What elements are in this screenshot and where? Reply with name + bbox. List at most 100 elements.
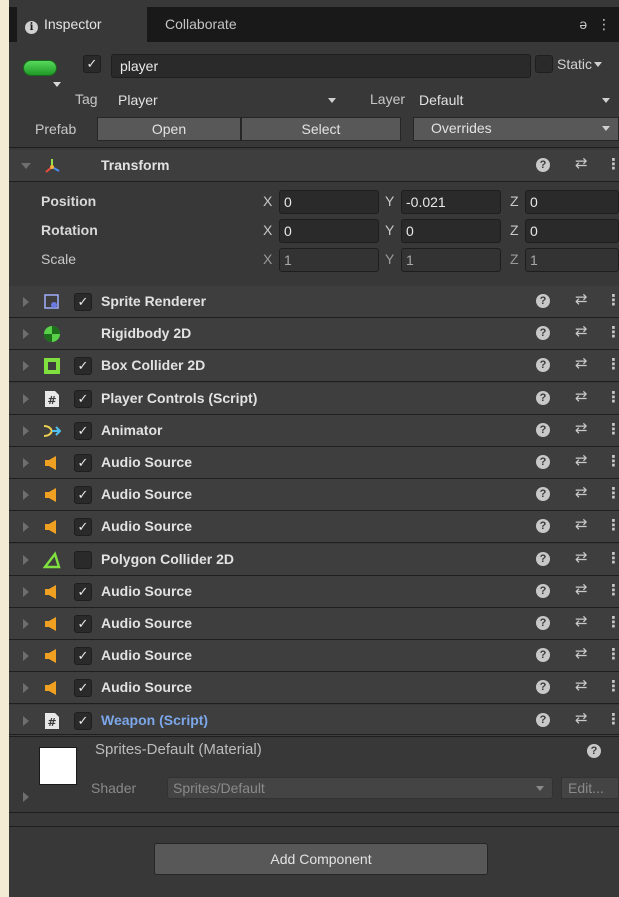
context-menu-icon[interactable]: ⋮ (606, 388, 619, 406)
component-header[interactable]: ✓ Sprite Renderer? ⇄ ⋮ (9, 286, 619, 318)
rotation-z-field[interactable]: 0 (525, 219, 619, 243)
axis-x-label[interactable]: X (263, 222, 272, 238)
axis-z-label[interactable]: Z (510, 222, 519, 238)
help-icon[interactable]: ? (536, 423, 550, 437)
help-icon[interactable]: ? (536, 616, 550, 630)
component-header[interactable]: Polygon Collider 2D? ⇄ ⋮ (9, 544, 619, 576)
component-header[interactable]: ✓ Audio Source? ⇄ ⋮ (9, 576, 619, 608)
fold-arrow-icon[interactable] (23, 490, 29, 500)
help-icon[interactable]: ? (536, 552, 550, 566)
component-header[interactable]: ✓ Audio Source? ⇄ ⋮ (9, 511, 619, 543)
help-icon[interactable]: ? (536, 519, 550, 533)
axis-y-label[interactable]: Y (385, 251, 394, 267)
help-icon[interactable]: ? (536, 584, 550, 598)
component-header[interactable]: ✓ Box Collider 2D? ⇄ ⋮ (9, 350, 619, 382)
preset-icon[interactable]: ⇄ (575, 612, 588, 630)
active-checkbox[interactable]: ✓ (83, 55, 101, 73)
preset-icon[interactable]: ⇄ (575, 154, 588, 172)
icon-dropdown-arrow-icon[interactable] (53, 82, 61, 87)
material-help-icon[interactable]: ? (587, 744, 601, 758)
component-enabled-checkbox[interactable]: ✓ (74, 293, 92, 311)
add-component-button[interactable]: Add Component (154, 843, 488, 875)
fold-arrow-icon[interactable] (23, 329, 29, 339)
preset-icon[interactable]: ⇄ (575, 387, 588, 405)
material-preview-swatch[interactable] (39, 747, 77, 785)
position-x-field[interactable]: 0 (279, 190, 379, 214)
lock-icon[interactable]: ә (579, 16, 587, 32)
axis-y-label[interactable]: Y (385, 193, 394, 209)
context-menu-icon[interactable]: ⋮ (606, 645, 619, 663)
position-z-field[interactable]: 0 (525, 190, 619, 214)
preset-icon[interactable]: ⇄ (575, 548, 588, 566)
scale-y-field[interactable]: 1 (401, 248, 501, 272)
preset-icon[interactable]: ⇄ (575, 483, 588, 501)
help-icon[interactable]: ? (536, 487, 550, 501)
context-menu-icon[interactable]: ⋮ (606, 452, 619, 470)
component-transform[interactable]: Transform ? ⇄ ⋮ (9, 150, 619, 182)
preset-icon[interactable]: ⇄ (575, 709, 588, 727)
preset-icon[interactable]: ⇄ (575, 354, 588, 372)
tab-collaborate[interactable]: Collaborate (159, 7, 237, 42)
fold-arrow-icon[interactable] (23, 555, 29, 565)
layer-dropdown[interactable]: Default (413, 89, 619, 111)
component-enabled-checkbox[interactable]: ✓ (74, 454, 92, 472)
fold-arrow-icon[interactable] (23, 297, 29, 307)
rotation-x-field[interactable]: 0 (279, 219, 379, 243)
help-icon[interactable]: ? (536, 358, 550, 372)
gameobject-icon[interactable] (23, 60, 57, 76)
fold-arrow-icon[interactable] (23, 426, 29, 436)
fold-arrow-icon[interactable] (23, 716, 29, 726)
preset-icon[interactable]: ⇄ (575, 580, 588, 598)
tab-inspector[interactable]: i Inspector (17, 7, 147, 42)
help-icon[interactable]: ? (536, 326, 550, 340)
scale-z-field[interactable]: 1 (525, 248, 619, 272)
fold-arrow-icon[interactable] (21, 163, 31, 169)
component-header[interactable]: ✓ Audio Source? ⇄ ⋮ (9, 608, 619, 640)
preset-icon[interactable]: ⇄ (575, 644, 588, 662)
help-icon[interactable]: ? (536, 680, 550, 694)
fold-arrow-icon[interactable] (23, 394, 29, 404)
context-menu-icon[interactable]: ⋮ (606, 484, 619, 502)
component-header[interactable]: # ✓ Weapon (Script)? ⇄ ⋮ (9, 705, 619, 737)
preset-icon[interactable]: ⇄ (575, 322, 588, 340)
help-icon[interactable]: ? (536, 455, 550, 469)
component-enabled-checkbox[interactable]: ✓ (74, 422, 92, 440)
preset-icon[interactable]: ⇄ (575, 515, 588, 533)
component-enabled-checkbox[interactable]: ✓ (74, 518, 92, 536)
fold-arrow-icon[interactable] (23, 587, 29, 597)
help-icon[interactable]: ? (536, 648, 550, 662)
component-enabled-checkbox[interactable]: ✓ (74, 615, 92, 633)
context-menu-icon[interactable]: ⋮ (606, 516, 619, 534)
context-menu-icon[interactable]: ⋮ (606, 581, 619, 599)
component-header[interactable]: # ✓ Player Controls (Script)? ⇄ ⋮ (9, 383, 619, 415)
tab-menu-icon[interactable]: ⋮ (597, 16, 611, 32)
axis-x-label[interactable]: X (263, 193, 272, 209)
gameobject-name-field[interactable]: player (111, 54, 531, 78)
position-y-field[interactable]: -0.021 (401, 190, 501, 214)
context-menu-icon[interactable]: ⋮ (606, 155, 619, 173)
component-header[interactable]: ✓ Audio Source? ⇄ ⋮ (9, 479, 619, 511)
context-menu-icon[interactable]: ⋮ (606, 613, 619, 631)
help-icon[interactable]: ? (536, 391, 550, 405)
component-enabled-checkbox[interactable]: ✓ (74, 712, 92, 730)
preset-icon[interactable]: ⇄ (575, 451, 588, 469)
fold-arrow-icon[interactable] (23, 458, 29, 468)
rotation-y-field[interactable]: 0 (401, 219, 501, 243)
fold-arrow-icon[interactable] (23, 683, 29, 693)
context-menu-icon[interactable]: ⋮ (606, 549, 619, 567)
component-enabled-checkbox[interactable]: ✓ (74, 647, 92, 665)
axis-y-label[interactable]: Y (385, 222, 394, 238)
context-menu-icon[interactable]: ⋮ (606, 420, 619, 438)
component-enabled-checkbox[interactable] (74, 551, 92, 569)
axis-z-label[interactable]: Z (510, 251, 519, 267)
preset-icon[interactable]: ⇄ (575, 676, 588, 694)
static-dropdown[interactable]: Static (557, 56, 603, 72)
scale-x-field[interactable]: 1 (279, 248, 379, 272)
fold-arrow-icon[interactable] (23, 361, 29, 371)
context-menu-icon[interactable]: ⋮ (606, 323, 619, 341)
help-icon[interactable]: ? (536, 158, 550, 172)
component-header[interactable]: Rigidbody 2D? ⇄ ⋮ (9, 318, 619, 350)
axis-z-label[interactable]: Z (510, 193, 519, 209)
context-menu-icon[interactable]: ⋮ (606, 710, 619, 728)
prefab-open-button[interactable]: Open (97, 117, 241, 141)
